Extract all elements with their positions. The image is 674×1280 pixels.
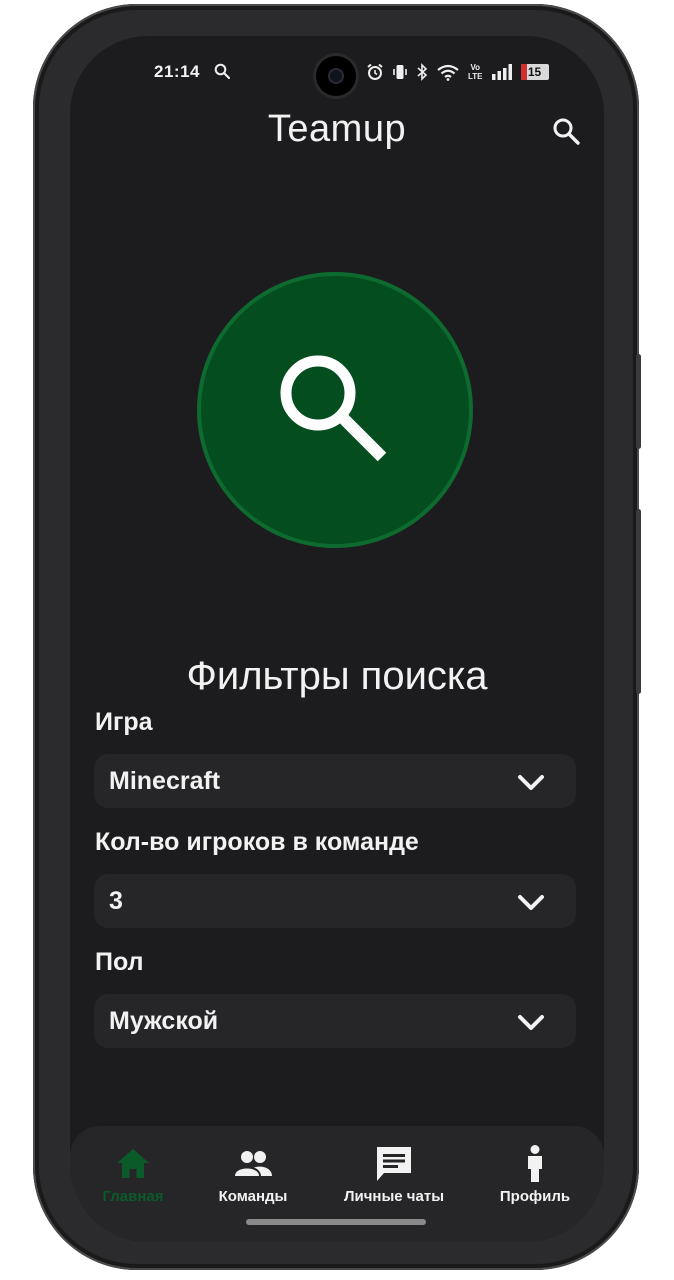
nav-item-teams[interactable]: Команды (198, 1144, 308, 1205)
nav-label-profile: Профиль (499, 1188, 571, 1205)
chevron-down-icon (518, 1015, 544, 1030)
phone-volume-button (636, 509, 641, 694)
search-start-button[interactable] (201, 276, 469, 544)
person-icon (528, 1145, 542, 1182)
chevron-down-icon (518, 895, 544, 910)
home-icon (117, 1149, 149, 1178)
nav-label-teams: Команды (218, 1188, 288, 1205)
nav-item-home[interactable]: Главная (78, 1144, 188, 1205)
chat-icon (377, 1147, 411, 1181)
filters-title: Фильтры поиска (186, 654, 488, 698)
status-bar: 21:14 Vo LTE 15 (70, 36, 604, 106)
bluetooth-icon (417, 63, 428, 81)
status-time: 21:14 (154, 62, 200, 81)
alarm-icon (367, 63, 383, 80)
home-indicator[interactable] (246, 1219, 426, 1225)
nav-item-profile[interactable]: Профиль (480, 1144, 590, 1205)
phone-power-button (636, 354, 641, 449)
search-icon[interactable] (551, 116, 581, 146)
gender-dropdown-value: Мужской (109, 1007, 219, 1035)
team-size-dropdown[interactable]: 3 (94, 874, 576, 928)
wifi-icon (437, 64, 459, 81)
magnifier-icon (280, 355, 387, 462)
gender-label: Пол (95, 948, 144, 976)
chevron-down-icon (518, 775, 544, 790)
vibrate-icon (393, 65, 407, 79)
gender-dropdown[interactable]: Мужской (94, 994, 576, 1048)
battery-icon: 15 (520, 64, 549, 80)
app-title: Teamup (267, 108, 407, 150)
game-dropdown-value: Minecraft (109, 767, 221, 795)
signal-icon (491, 64, 512, 80)
nav-item-chats[interactable]: Личные чаты (339, 1144, 449, 1205)
status-icons: Vo LTE 15 (366, 62, 549, 82)
nav-label-home: Главная (102, 1188, 164, 1205)
team-size-label: Кол-во игроков в команде (95, 828, 419, 856)
team-size-dropdown-value: 3 (109, 887, 123, 915)
game-dropdown[interactable]: Minecraft (94, 754, 576, 808)
volte-badge: Vo LTE (468, 63, 483, 81)
front-camera (316, 56, 356, 96)
app-screen: 21:14 Vo LTE 15 Teamup Фильтры поиска Иг… (70, 36, 604, 1242)
status-search-icon (214, 63, 230, 79)
nav-label-chats: Личные чаты (343, 1188, 445, 1205)
people-icon (235, 1151, 272, 1176)
game-label: Игра (95, 708, 153, 736)
